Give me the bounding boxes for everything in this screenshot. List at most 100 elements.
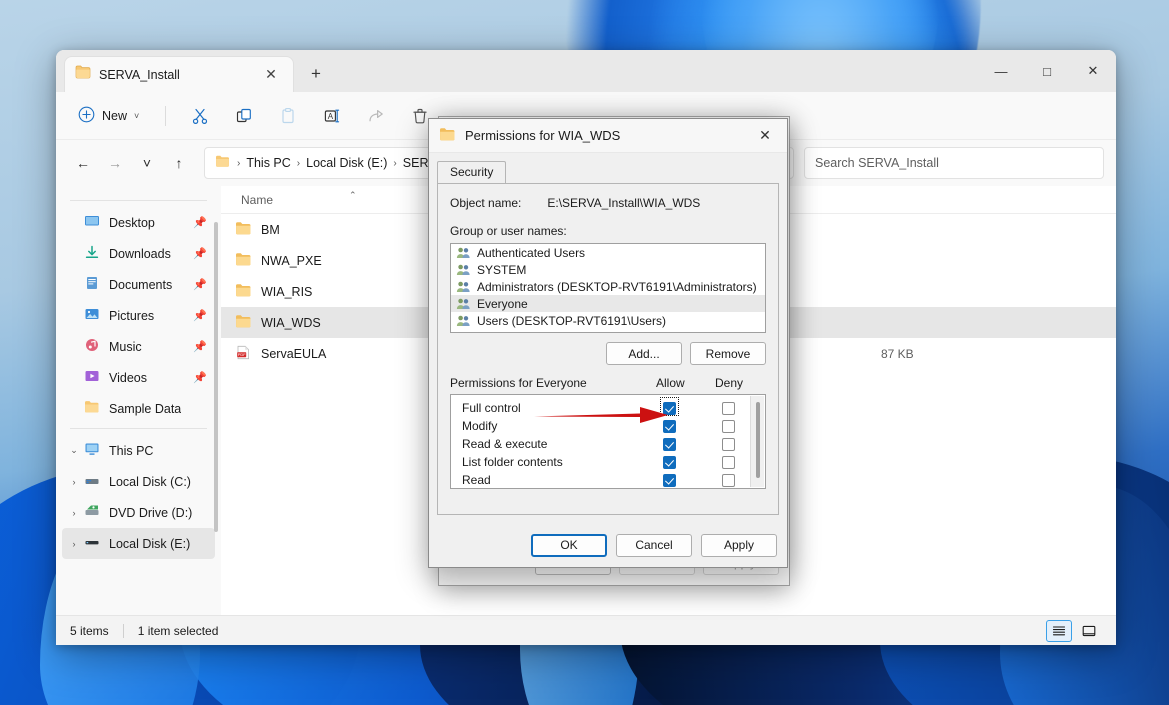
allow-checkbox[interactable] [663,473,676,487]
music-icon [84,338,100,355]
table-row[interactable]: List folder contents [451,453,765,471]
chevron-right-icon[interactable]: › [68,539,80,549]
file-size: 87 KB [881,346,914,361]
nav-divider-mid [70,428,207,429]
folder-icon [235,314,252,332]
pin-icon: 📌 [193,217,207,229]
table-row[interactable]: Read & execute [451,435,765,453]
sidebar-item-sample-data[interactable]: Sample Data [62,393,215,424]
deny-checkbox[interactable] [722,401,735,415]
dialog-footer: OK Cancel Apply [429,523,787,567]
sidebar-label: Pictures [109,308,155,323]
sidebar-item-videos[interactable]: Videos 📌 [62,362,215,393]
list-item[interactable]: Administrators (DESKTOP-RVT6191\Administ… [451,278,765,295]
tab-close-icon[interactable]: ✕ [259,63,283,87]
ok-button[interactable]: OK [531,533,607,557]
explorer-tab[interactable]: SERVA_Install ✕ [64,56,294,92]
permissions-scrollbar[interactable] [750,396,764,487]
chevron-right-icon[interactable]: › [68,477,80,487]
cancel-button[interactable]: Cancel [616,533,692,557]
status-item-count: 5 items [70,623,109,638]
sidebar-item-music[interactable]: Music 📌 [62,331,215,362]
dialog-title-bar: Permissions for WIA_WDS ✕ [429,119,787,153]
table-row[interactable]: Read [451,471,765,488]
breadcrumb-item-1[interactable]: Local Disk (E:) [306,156,387,170]
file-name: BM [261,222,280,237]
sidebar-label: Desktop [109,215,155,230]
tab-title: SERVA_Install [99,67,180,82]
object-name-value: E:\SERVA_Install\WIA_WDS [547,196,701,210]
sidebar-label: Music [109,339,142,354]
list-item[interactable]: Authenticated Users [451,244,765,261]
breadcrumb-separator-0: › [237,157,241,169]
deny-checkbox[interactable] [722,455,735,469]
list-item[interactable]: Users (DESKTOP-RVT6191\Users) [451,312,765,329]
sidebar-item-dvd-drive-d[interactable]: › DVD Drive (D:) [62,497,215,528]
new-tab-button[interactable]: + [304,62,328,86]
group-list-label: Group or user names: [450,224,567,238]
sidebar-item-pictures[interactable]: Pictures 📌 [62,300,215,331]
sidebar-item-desktop[interactable]: Desktop 📌 [62,207,215,238]
share-icon[interactable] [356,100,396,132]
new-button[interactable]: New ˅ [70,100,151,132]
maximize-button[interactable]: □ [1024,50,1070,92]
paste-icon[interactable] [268,100,308,132]
deny-checkbox[interactable] [722,473,735,487]
list-item[interactable]: SYSTEM [451,261,765,278]
chevron-right-icon[interactable]: › [68,508,80,518]
list-view-button[interactable] [1046,619,1072,642]
details-pane-button[interactable] [1076,620,1102,642]
navigation-pane: Desktop 📌 Downloads 📌 Documents 📌 Pictur… [56,186,221,615]
minimize-button[interactable]: — [978,50,1024,92]
permission-name: Read & execute [462,437,548,451]
sidebar-item-this-pc[interactable]: ⌄ This PC [62,435,215,466]
deny-checkbox[interactable] [722,419,735,433]
scrollbar-thumb[interactable] [756,402,760,478]
folder-icon [439,127,456,145]
column-header-name[interactable]: Name [241,193,273,207]
back-button[interactable]: ← [68,148,98,178]
cut-icon[interactable] [180,100,220,132]
close-button[interactable]: ✕ [1070,50,1116,92]
breadcrumb-item-0[interactable]: This PC [246,156,290,170]
dialog-close-button[interactable]: ✕ [743,119,787,153]
users-group-icon [456,314,471,327]
permission-name: Full control [462,401,521,415]
sidebar-item-local-disk-c[interactable]: › Local Disk (C:) [62,466,215,497]
permissions-for-label: Permissions for Everyone [450,376,587,390]
sidebar-item-documents[interactable]: Documents 📌 [62,269,215,300]
pin-icon: 📌 [193,372,207,384]
allow-checkbox[interactable] [663,455,676,469]
forward-button[interactable]: → [100,148,130,178]
drive-icon [84,473,100,490]
security-tab-panel: Object name: E:\SERVA_Install\WIA_WDS Gr… [437,183,779,515]
search-box[interactable]: Search SERVA_Install [804,147,1104,179]
add-remove-row: Add... Remove [450,342,766,365]
group-name: Users (DESKTOP-RVT6191\Users) [477,313,666,328]
apply-button[interactable]: Apply [701,533,777,557]
sidebar-scrollbar[interactable] [214,222,218,532]
add-button[interactable]: Add... [606,342,682,365]
up-button[interactable]: ↑ [164,148,194,178]
window-controls: — □ ✕ [978,50,1116,92]
folder-icon [235,252,252,270]
allow-checkbox[interactable] [663,437,676,451]
rename-icon[interactable]: A [312,100,352,132]
remove-button[interactable]: Remove [690,342,766,365]
sidebar-label: Downloads [109,246,171,261]
pin-icon: 📌 [193,279,207,291]
sidebar-label: This PC [109,443,154,458]
sidebar-item-local-disk-e[interactable]: › Local Disk (E:) [62,528,215,559]
sidebar-item-downloads[interactable]: Downloads 📌 [62,238,215,269]
tab-security[interactable]: Security [437,161,507,183]
sidebar-label: Documents [109,277,173,292]
pin-icon: 📌 [193,341,207,353]
copy-icon[interactable] [224,100,264,132]
deny-checkbox[interactable] [722,437,735,451]
list-item[interactable]: Everyone [451,295,765,312]
users-group-icon [456,297,471,310]
status-divider [122,623,124,638]
recent-locations-button[interactable]: ˅ [132,148,162,178]
group-or-user-list[interactable]: Authenticated Users SYSTEM Administrator… [450,243,766,333]
chevron-down-icon[interactable]: ⌄ [68,445,80,456]
